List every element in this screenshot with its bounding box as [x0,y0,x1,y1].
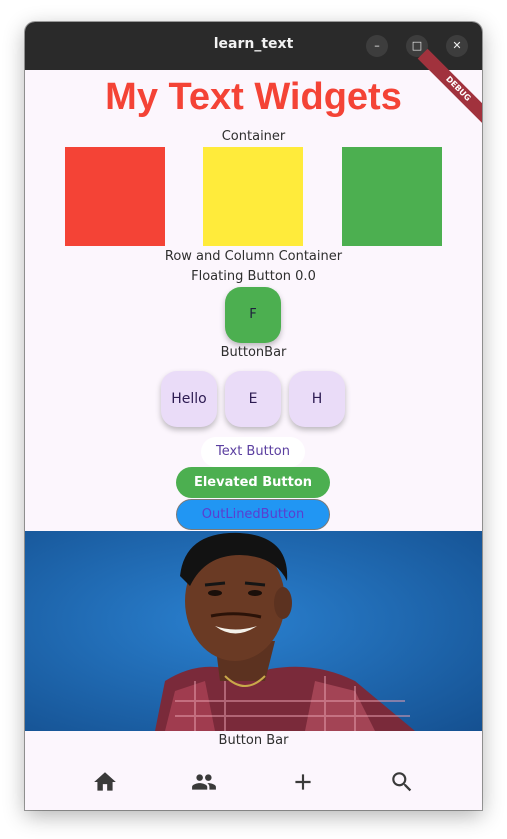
add-icon[interactable] [290,769,316,795]
app-window: learn_text – □ ✕ DEBUG My Text Widgets C… [25,22,482,810]
people-icon[interactable] [191,769,217,795]
close-button[interactable]: ✕ [446,35,468,57]
hello-button[interactable]: Hello [161,371,217,427]
page-title: My Text Widgets [105,76,402,118]
e-button[interactable]: E [225,371,281,427]
minimize-button[interactable]: – [366,35,388,57]
portrait-illustration [25,531,482,731]
red-square [65,147,165,246]
profile-photo [25,531,482,731]
green-square [342,147,442,246]
title-bar[interactable]: learn_text – □ ✕ [25,22,482,70]
home-icon[interactable] [92,769,118,795]
outlined-button[interactable]: OutLinedButton [176,499,330,530]
elevated-button[interactable]: Elevated Button [176,467,330,498]
button-bar-bottom-label: Button Bar [218,733,289,748]
app-body: DEBUG My Text Widgets Container Row and … [25,48,482,810]
search-icon[interactable] [389,769,415,795]
floating-label: Floating Button 0.0 [191,269,316,284]
floating-action-button[interactable]: F [225,287,281,343]
row-column-label: Row and Column Container [164,249,343,264]
text-button[interactable]: Text Button [201,437,305,467]
yellow-square [203,147,303,246]
button-bar-label: ButtonBar [220,345,287,360]
bottom-navigation [25,755,482,810]
container-label: Container [221,129,286,144]
h-button[interactable]: H [289,371,345,427]
